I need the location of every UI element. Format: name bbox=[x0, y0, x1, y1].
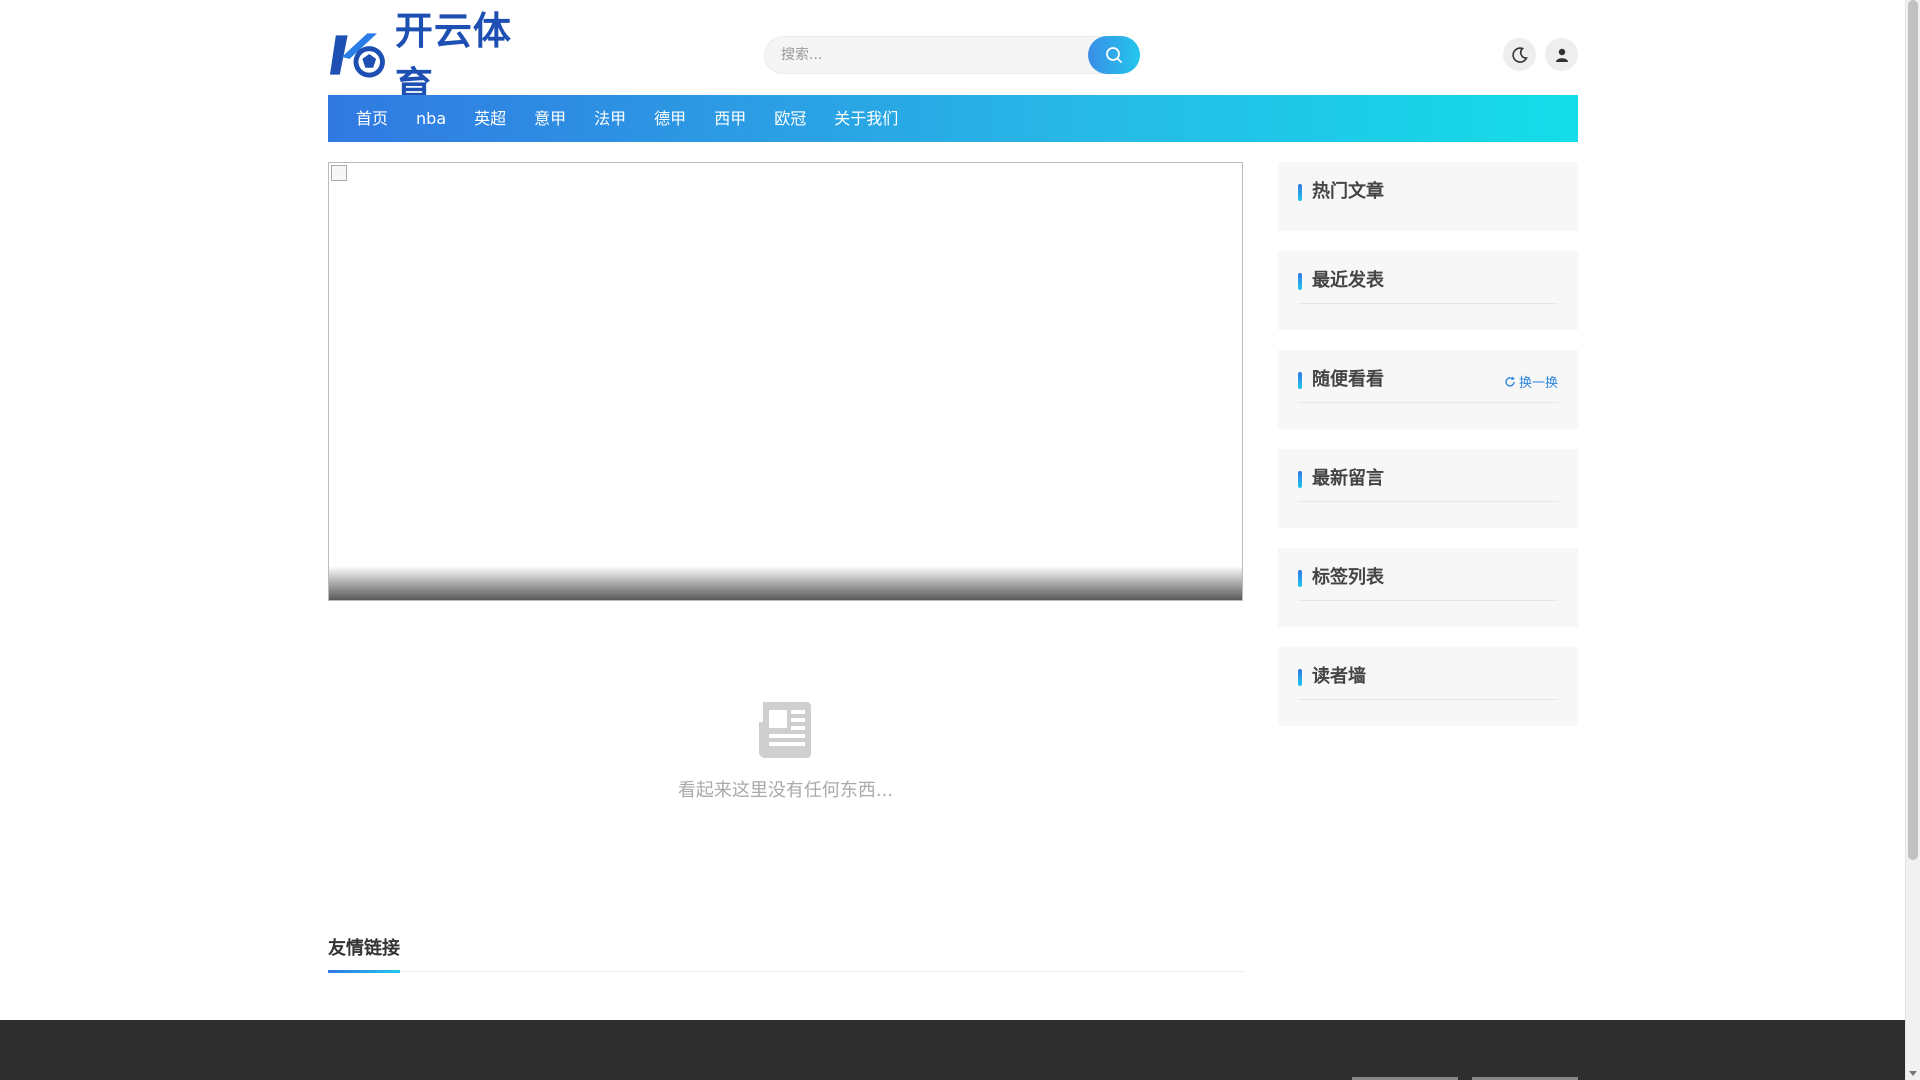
page-scrollbar[interactable] bbox=[1905, 0, 1920, 1080]
site-footer bbox=[0, 1020, 1905, 1080]
logo-text: 开云体育 bbox=[394, 9, 512, 108]
banner-caption-shade bbox=[329, 566, 1242, 600]
scroll-down-arrow-icon[interactable] bbox=[1909, 1071, 1917, 1076]
nav-item-champions-league[interactable]: 欧冠 bbox=[760, 95, 820, 142]
divider bbox=[1298, 303, 1558, 304]
nav-item-nba[interactable]: nba bbox=[402, 95, 460, 142]
empty-state: 看起来这里没有任何东西... bbox=[328, 700, 1243, 802]
widget-reader-wall: 读者墙 bbox=[1278, 647, 1578, 726]
refresh-label: 换一换 bbox=[1518, 376, 1558, 391]
refresh-button[interactable]: 换一换 bbox=[1504, 372, 1558, 391]
friend-links-underline bbox=[328, 970, 400, 973]
k-ball-logo-icon bbox=[329, 33, 385, 78]
nav-item-ligue-1[interactable]: 法甲 bbox=[580, 95, 640, 142]
widget-latest-comments: 最新留言 bbox=[1278, 449, 1578, 528]
divider bbox=[1298, 699, 1558, 700]
nav-item-about-us[interactable]: 关于我们 bbox=[820, 95, 912, 142]
search-icon bbox=[1106, 47, 1122, 63]
widget-title: 最近发表 bbox=[1298, 269, 1384, 293]
refresh-icon bbox=[1505, 376, 1515, 387]
widget-title: 标签列表 bbox=[1298, 566, 1384, 590]
widget-title: 热门文章 bbox=[1298, 180, 1384, 204]
nav-item-premier-league[interactable]: 英超 bbox=[460, 95, 520, 142]
moon-icon bbox=[1511, 46, 1528, 63]
widget-tag-list: 标签列表 bbox=[1278, 548, 1578, 627]
divider bbox=[1298, 600, 1558, 601]
widget-title: 最新留言 bbox=[1298, 467, 1384, 491]
widget-title: 读者墙 bbox=[1298, 665, 1366, 689]
search-box bbox=[764, 36, 1140, 74]
divider bbox=[1298, 402, 1558, 403]
site-header: 开云体育 bbox=[328, 0, 1578, 108]
broken-image-icon bbox=[331, 165, 347, 181]
newspaper-icon bbox=[758, 702, 811, 758]
widget-recent-posts: 最近发表 bbox=[1278, 251, 1578, 330]
widget-random-posts: 随便看看 换一换 bbox=[1278, 350, 1578, 429]
user-icon bbox=[1555, 48, 1568, 62]
main-nav: 首页 nba 英超 意甲 法甲 德甲 西甲 欧冠 关于我们 bbox=[328, 95, 1578, 142]
nav-item-la-liga[interactable]: 西甲 bbox=[700, 95, 760, 142]
empty-message: 看起来这里没有任何东西... bbox=[677, 780, 894, 801]
search-button[interactable] bbox=[1088, 36, 1140, 74]
user-button[interactable] bbox=[1545, 38, 1578, 71]
nav-item-home[interactable]: 首页 bbox=[342, 95, 402, 142]
nav-item-bundesliga[interactable]: 德甲 bbox=[640, 95, 700, 142]
search-input[interactable] bbox=[765, 37, 1085, 73]
nav-item-serie-a[interactable]: 意甲 bbox=[520, 95, 580, 142]
widget-hot-articles: 热门文章 bbox=[1278, 162, 1578, 231]
scrollbar-thumb[interactable] bbox=[1908, 0, 1918, 860]
banner-slider[interactable] bbox=[328, 162, 1243, 601]
site-logo[interactable]: 开云体育 bbox=[328, 9, 548, 108]
widget-title: 随便看看 bbox=[1298, 368, 1384, 392]
friend-links-title: 友情链接 bbox=[328, 938, 400, 959]
dark-mode-toggle[interactable] bbox=[1503, 38, 1536, 71]
friend-links: 友情链接 bbox=[328, 930, 1244, 973]
divider bbox=[1298, 501, 1558, 502]
